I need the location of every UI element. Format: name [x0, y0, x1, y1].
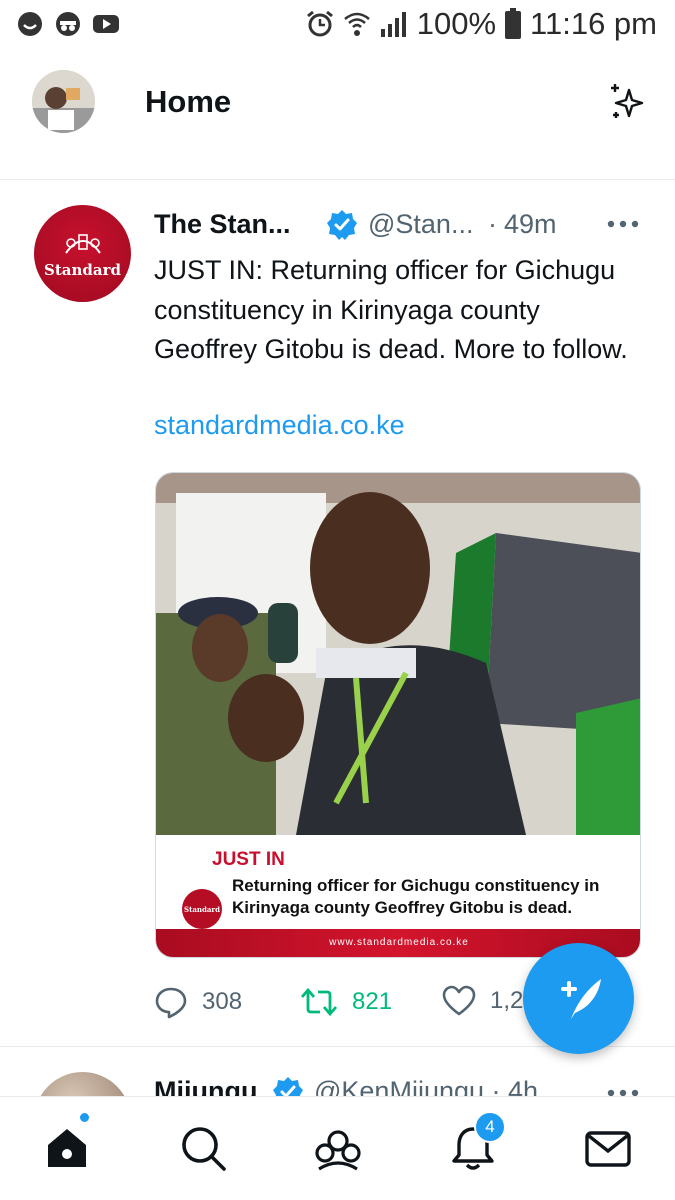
battery-icon: [505, 8, 522, 39]
tweet-link[interactable]: standardmedia.co.ke: [154, 410, 405, 441]
media-caption: JUST IN Standard Returning officer for G…: [156, 835, 640, 957]
communities-icon[interactable]: [313, 1123, 363, 1173]
tweet-text: JUST IN: Returning officer for Gichugu c…: [154, 255, 628, 364]
messages-icon[interactable]: [583, 1123, 633, 1173]
sparkle-icon[interactable]: [607, 82, 647, 122]
search-icon[interactable]: [178, 1123, 228, 1173]
page-title: Home: [145, 84, 232, 119]
verified-badge-icon: [273, 1077, 303, 1096]
reply-icon: [155, 987, 187, 1019]
tweet-time[interactable]: 49m: [504, 209, 557, 240]
reply-button[interactable]: 308: [154, 985, 242, 1019]
retweet-icon: [300, 987, 338, 1017]
reply-count: 308: [202, 988, 243, 1015]
caption-logo-text: Standard: [184, 905, 220, 914]
next-author-name[interactable]: Mijungu: [154, 1076, 257, 1096]
crest-icon: [65, 234, 101, 254]
caption-headline: JUST IN: [212, 849, 285, 870]
retweet-button[interactable]: 821: [300, 985, 392, 1019]
author-name[interactable]: The Stan...: [154, 209, 291, 240]
bottom-navigation: 4: [0, 1096, 675, 1200]
app-header: Home: [0, 52, 675, 180]
wifi-calling-icon: [343, 12, 370, 36]
status-bar-right: 100% 11:16 pm: [305, 6, 657, 42]
alarm-icon: [306, 10, 333, 37]
next-author-handle[interactable]: @KenMijungu · 4h: [314, 1076, 538, 1096]
like-button[interactable]: 1,2: [442, 985, 523, 1017]
caption-text: Returning officer for Gichugu constituen…: [232, 876, 600, 917]
tweet[interactable]: Standard The Stan... @Stan... · 49m JUST…: [0, 181, 675, 1047]
author-handle[interactable]: @Stan...: [368, 209, 473, 240]
youtube-icon: [93, 15, 119, 33]
caption-logo: Standard: [182, 889, 222, 929]
separator: ·: [488, 209, 497, 239]
home-unread-dot: [78, 1111, 91, 1124]
media-photo: [156, 473, 640, 835]
status-bar-left-icons: [16, 10, 120, 38]
clock: 11:16 pm: [530, 6, 657, 41]
like-count: 1,2: [490, 987, 524, 1014]
more-options-icon[interactable]: [606, 219, 640, 229]
battery-percent: 100%: [416, 6, 497, 41]
compose-tweet-icon: [561, 979, 601, 1019]
profile-avatar-image: [32, 70, 95, 133]
tweet-media[interactable]: JUST IN Standard Returning officer for G…: [155, 472, 641, 958]
tweet-header: The Stan... @Stan... · 49m: [154, 205, 654, 245]
next-tweet[interactable]: Mijungu @KenMijungu · 4h: [0, 1048, 675, 1096]
heart-icon: [442, 985, 476, 1016]
profile-avatar[interactable]: [32, 70, 95, 133]
compose-tweet-button[interactable]: [523, 943, 634, 1054]
notification-badge: 4: [474, 1111, 506, 1143]
author-avatar-text: Standard: [44, 261, 121, 279]
chat-bubble-icon: [18, 12, 42, 36]
status-bar: 100% 11:16 pm: [0, 0, 675, 52]
incognito-icon: [56, 12, 80, 36]
verified-badge-icon: [327, 210, 357, 240]
next-author-avatar[interactable]: [34, 1072, 131, 1096]
signal-icon: [380, 12, 406, 37]
more-options-icon[interactable]: [606, 1088, 640, 1096]
author-avatar[interactable]: Standard: [34, 205, 131, 302]
home-icon[interactable]: [42, 1123, 92, 1173]
retweet-count: 821: [352, 988, 393, 1015]
